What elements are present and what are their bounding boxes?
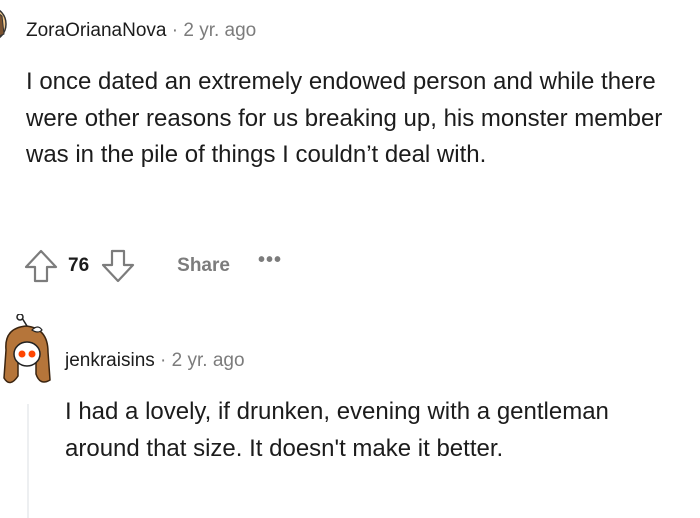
timestamp[interactable]: 2 yr. ago [183,20,256,41]
timestamp[interactable]: 2 yr. ago [172,350,245,371]
more-options-button[interactable]: ••• [258,249,282,272]
avatar[interactable] [0,313,54,390]
meta-separator: · [171,20,179,41]
upvote-arrow-icon[interactable] [22,247,60,285]
thread-line[interactable] [27,404,29,518]
comment-body: I had a lovely, if drunken, evening with… [65,398,609,462]
username[interactable]: ZoraOrianaNova [26,20,166,41]
downvote-arrow-icon[interactable] [99,247,137,285]
share-button[interactable]: Share [177,255,230,277]
username[interactable]: jenkraisins [65,350,155,371]
comment-meta: jenkraisins · 2 yr. ago [65,348,245,374]
comment-thread: ZoraOrianaNova · 2 yr. ago I once dated … [0,0,700,518]
comment-meta: ZoraOrianaNova · 2 yr. ago [26,18,256,44]
meta-separator: · [160,350,167,371]
avatar[interactable] [0,4,14,48]
comment-body: I once dated an extremely endowed person… [26,68,663,168]
comment-actions: 76 Share ••• [22,246,282,286]
vote-count: 76 [68,255,90,276]
